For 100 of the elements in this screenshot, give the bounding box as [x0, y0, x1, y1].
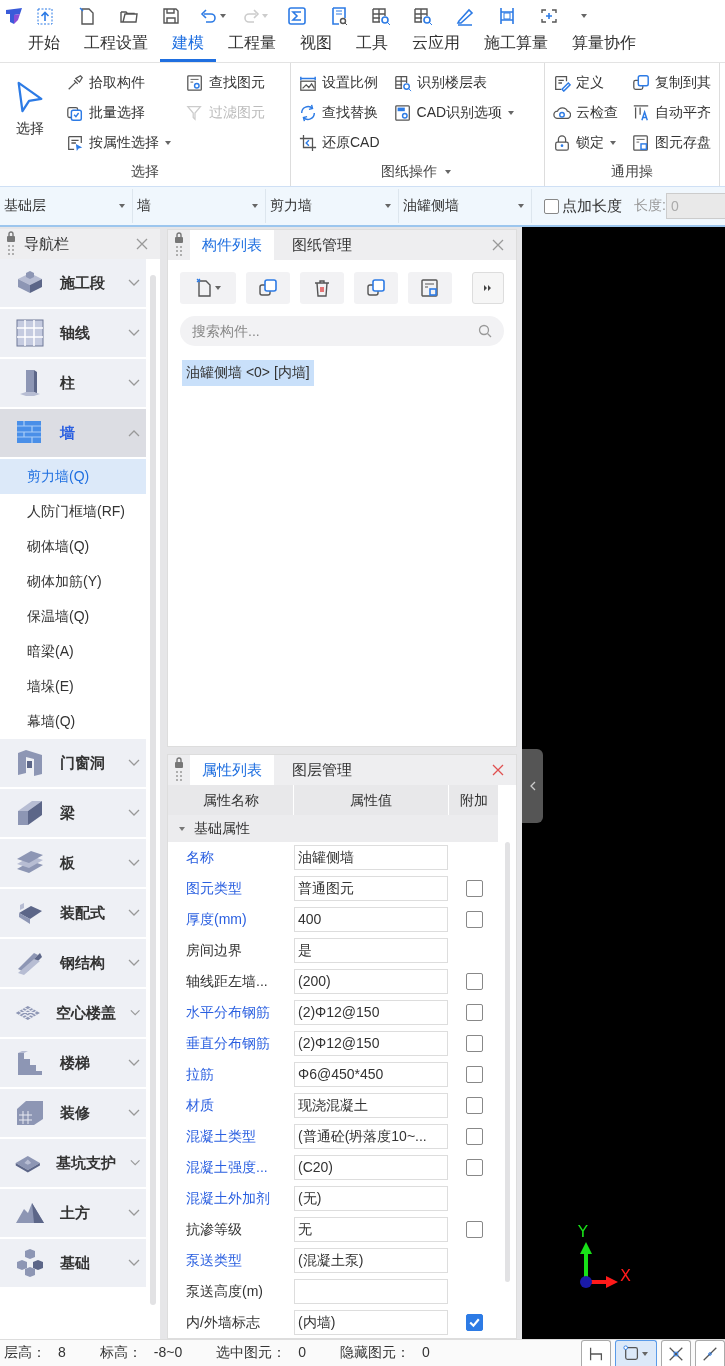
new-button[interactable]	[180, 272, 236, 304]
property-name: 厚度(mm)	[185, 910, 248, 929]
ribbon-button[interactable]: 按属性选择	[64, 129, 174, 157]
property-value-field[interactable]: (C20)	[294, 1155, 448, 1180]
nav-category[interactable]: 楼梯	[0, 1039, 146, 1089]
property-value-field[interactable]: (200)	[294, 969, 448, 994]
checkbox[interactable]	[465, 1128, 483, 1145]
menu-tab[interactable]: 云应用	[400, 33, 472, 62]
toolbar-button[interactable]	[408, 272, 452, 304]
nav-category[interactable]: 钢结构	[0, 939, 146, 989]
ribbon-button[interactable]: 自动平齐	[630, 99, 713, 127]
checkbox[interactable]	[465, 1004, 483, 1021]
more-button[interactable]	[472, 272, 504, 304]
scrollbar[interactable]	[150, 275, 156, 1305]
nav-category[interactable]: 板	[0, 839, 146, 889]
menu-tab[interactable]: 开始	[16, 33, 72, 62]
nav-category[interactable]: 施工段	[0, 259, 146, 309]
ribbon-button[interactable]: 还原CAD	[297, 129, 382, 157]
ribbon-button[interactable]: 图元存盘	[630, 129, 713, 157]
checkbox[interactable]	[465, 1097, 483, 1114]
component-item[interactable]: 油罐侧墙 <0> [内墙]	[182, 360, 314, 386]
menu-tab[interactable]: 工程量	[216, 33, 288, 62]
property-value-field[interactable]: (无)	[294, 1186, 448, 1211]
checkbox[interactable]	[465, 1066, 483, 1083]
property-value-field[interactable]: 是	[294, 938, 448, 963]
scrollbar[interactable]	[505, 842, 510, 1282]
checkbox[interactable]	[544, 198, 559, 214]
search-field[interactable]: 搜索构件...	[180, 316, 504, 346]
nav-category[interactable]: 梁	[0, 789, 146, 839]
chevron-down-icon	[128, 859, 140, 867]
dropdown[interactable]: 油罐侧墙	[399, 189, 532, 223]
menu-tab[interactable]: 算量协作	[560, 33, 648, 62]
menu-tab[interactable]: 视图	[288, 33, 344, 62]
ribbon-button[interactable]: 云检查	[551, 99, 620, 127]
ribbon-button[interactable]: 识别楼层表	[391, 69, 518, 97]
checkbox[interactable]	[465, 880, 483, 897]
ribbon-button[interactable]: 批量选择	[64, 99, 174, 127]
ribbon-button[interactable]: 锁定	[551, 129, 620, 157]
panel-tab[interactable]: 构件列表	[190, 230, 274, 260]
property-value-field[interactable]: 现浇混凝土	[294, 1093, 448, 1118]
checkbox[interactable]	[465, 1314, 483, 1331]
menu-tab[interactable]: 施工算量	[472, 33, 560, 62]
property-value-field[interactable]: (内墙)	[294, 1310, 448, 1335]
checkbox[interactable]	[465, 1159, 483, 1176]
nav-category[interactable]: 柱	[0, 359, 146, 409]
panel-tab[interactable]: 图纸管理	[280, 230, 364, 260]
panel-tab[interactable]: 属性列表	[190, 755, 274, 785]
nav-category[interactable]: 装修	[0, 1089, 146, 1139]
checkbox[interactable]	[465, 911, 483, 928]
nav-category[interactable]: 基础	[0, 1239, 146, 1289]
property-value-field[interactable]: 400	[294, 907, 448, 932]
property-value-field[interactable]	[294, 1279, 448, 1304]
panel-tab[interactable]: 图层管理	[280, 755, 364, 785]
snap-tool-button[interactable]	[615, 1340, 657, 1366]
nav-category[interactable]: 装配式	[0, 889, 146, 939]
ribbon-button[interactable]: 选择	[6, 69, 54, 149]
nav-category[interactable]: 墙	[0, 409, 146, 459]
property-value-field[interactable]: 无	[294, 1217, 448, 1242]
property-value-field[interactable]: Φ6@450*450	[294, 1062, 448, 1087]
nav-category[interactable]: 基坑支护	[0, 1139, 146, 1189]
dropdown[interactable]: 剪力墙	[266, 189, 399, 223]
property-value-field[interactable]: 油罐侧墙	[294, 845, 448, 870]
ribbon-button[interactable]: 设置比例	[297, 69, 382, 97]
ribbon-button[interactable]: 查找替换	[297, 99, 382, 127]
upload-icon	[35, 6, 55, 26]
caret-icon	[214, 285, 222, 291]
collapse-handle[interactable]	[522, 749, 543, 823]
nav-item[interactable]: 剪力墙(Q)	[0, 459, 146, 494]
dropdown[interactable]: 墙	[133, 189, 266, 223]
property-value-field[interactable]: 普通图元	[294, 876, 448, 901]
snap-tool-button[interactable]	[661, 1340, 691, 1366]
nav-category[interactable]: 空心楼盖	[0, 989, 146, 1039]
nav-category[interactable]: 门窗洞	[0, 739, 146, 789]
drawing-canvas[interactable]: Y X	[522, 227, 725, 1339]
property-value-field[interactable]: (2)Φ12@150	[294, 1000, 448, 1025]
dropdown[interactable]: 基础层	[0, 189, 133, 223]
nav-category[interactable]: 轴线	[0, 309, 146, 359]
checkbox[interactable]	[465, 1035, 483, 1052]
group-label: 图纸操作	[380, 163, 437, 181]
ribbon-button[interactable]: CAD识别选项	[391, 99, 518, 127]
property-value-field[interactable]: (普通砼(坍落度10~...	[294, 1124, 448, 1149]
caret-icon	[609, 140, 617, 146]
ribbon-button[interactable]: 定义	[551, 69, 620, 97]
nav-category[interactable]: 土方	[0, 1189, 146, 1239]
toolbar-button[interactable]	[354, 272, 398, 304]
toolbar-button[interactable]	[300, 272, 344, 304]
toolbar-button[interactable]	[246, 272, 290, 304]
checkbox[interactable]	[465, 1221, 483, 1238]
snap-tool-button[interactable]	[581, 1340, 611, 1366]
menu-tab[interactable]: 工程设置	[72, 33, 160, 62]
property-value-field[interactable]: (混凝土泵)	[294, 1248, 448, 1273]
checkbox[interactable]	[465, 973, 483, 990]
axis-label: X	[620, 1266, 631, 1285]
property-value-field[interactable]: (2)Φ12@150	[294, 1031, 448, 1056]
ribbon-button[interactable]: 查找图元	[184, 69, 267, 97]
axis-label: Y	[578, 1222, 588, 1241]
ribbon-button[interactable]: 复制到其	[630, 69, 713, 97]
ribbon-button[interactable]: 拾取构件	[64, 69, 174, 97]
group-header[interactable]: 基础属性	[168, 815, 498, 842]
menu-tab[interactable]: 工具	[344, 33, 400, 62]
